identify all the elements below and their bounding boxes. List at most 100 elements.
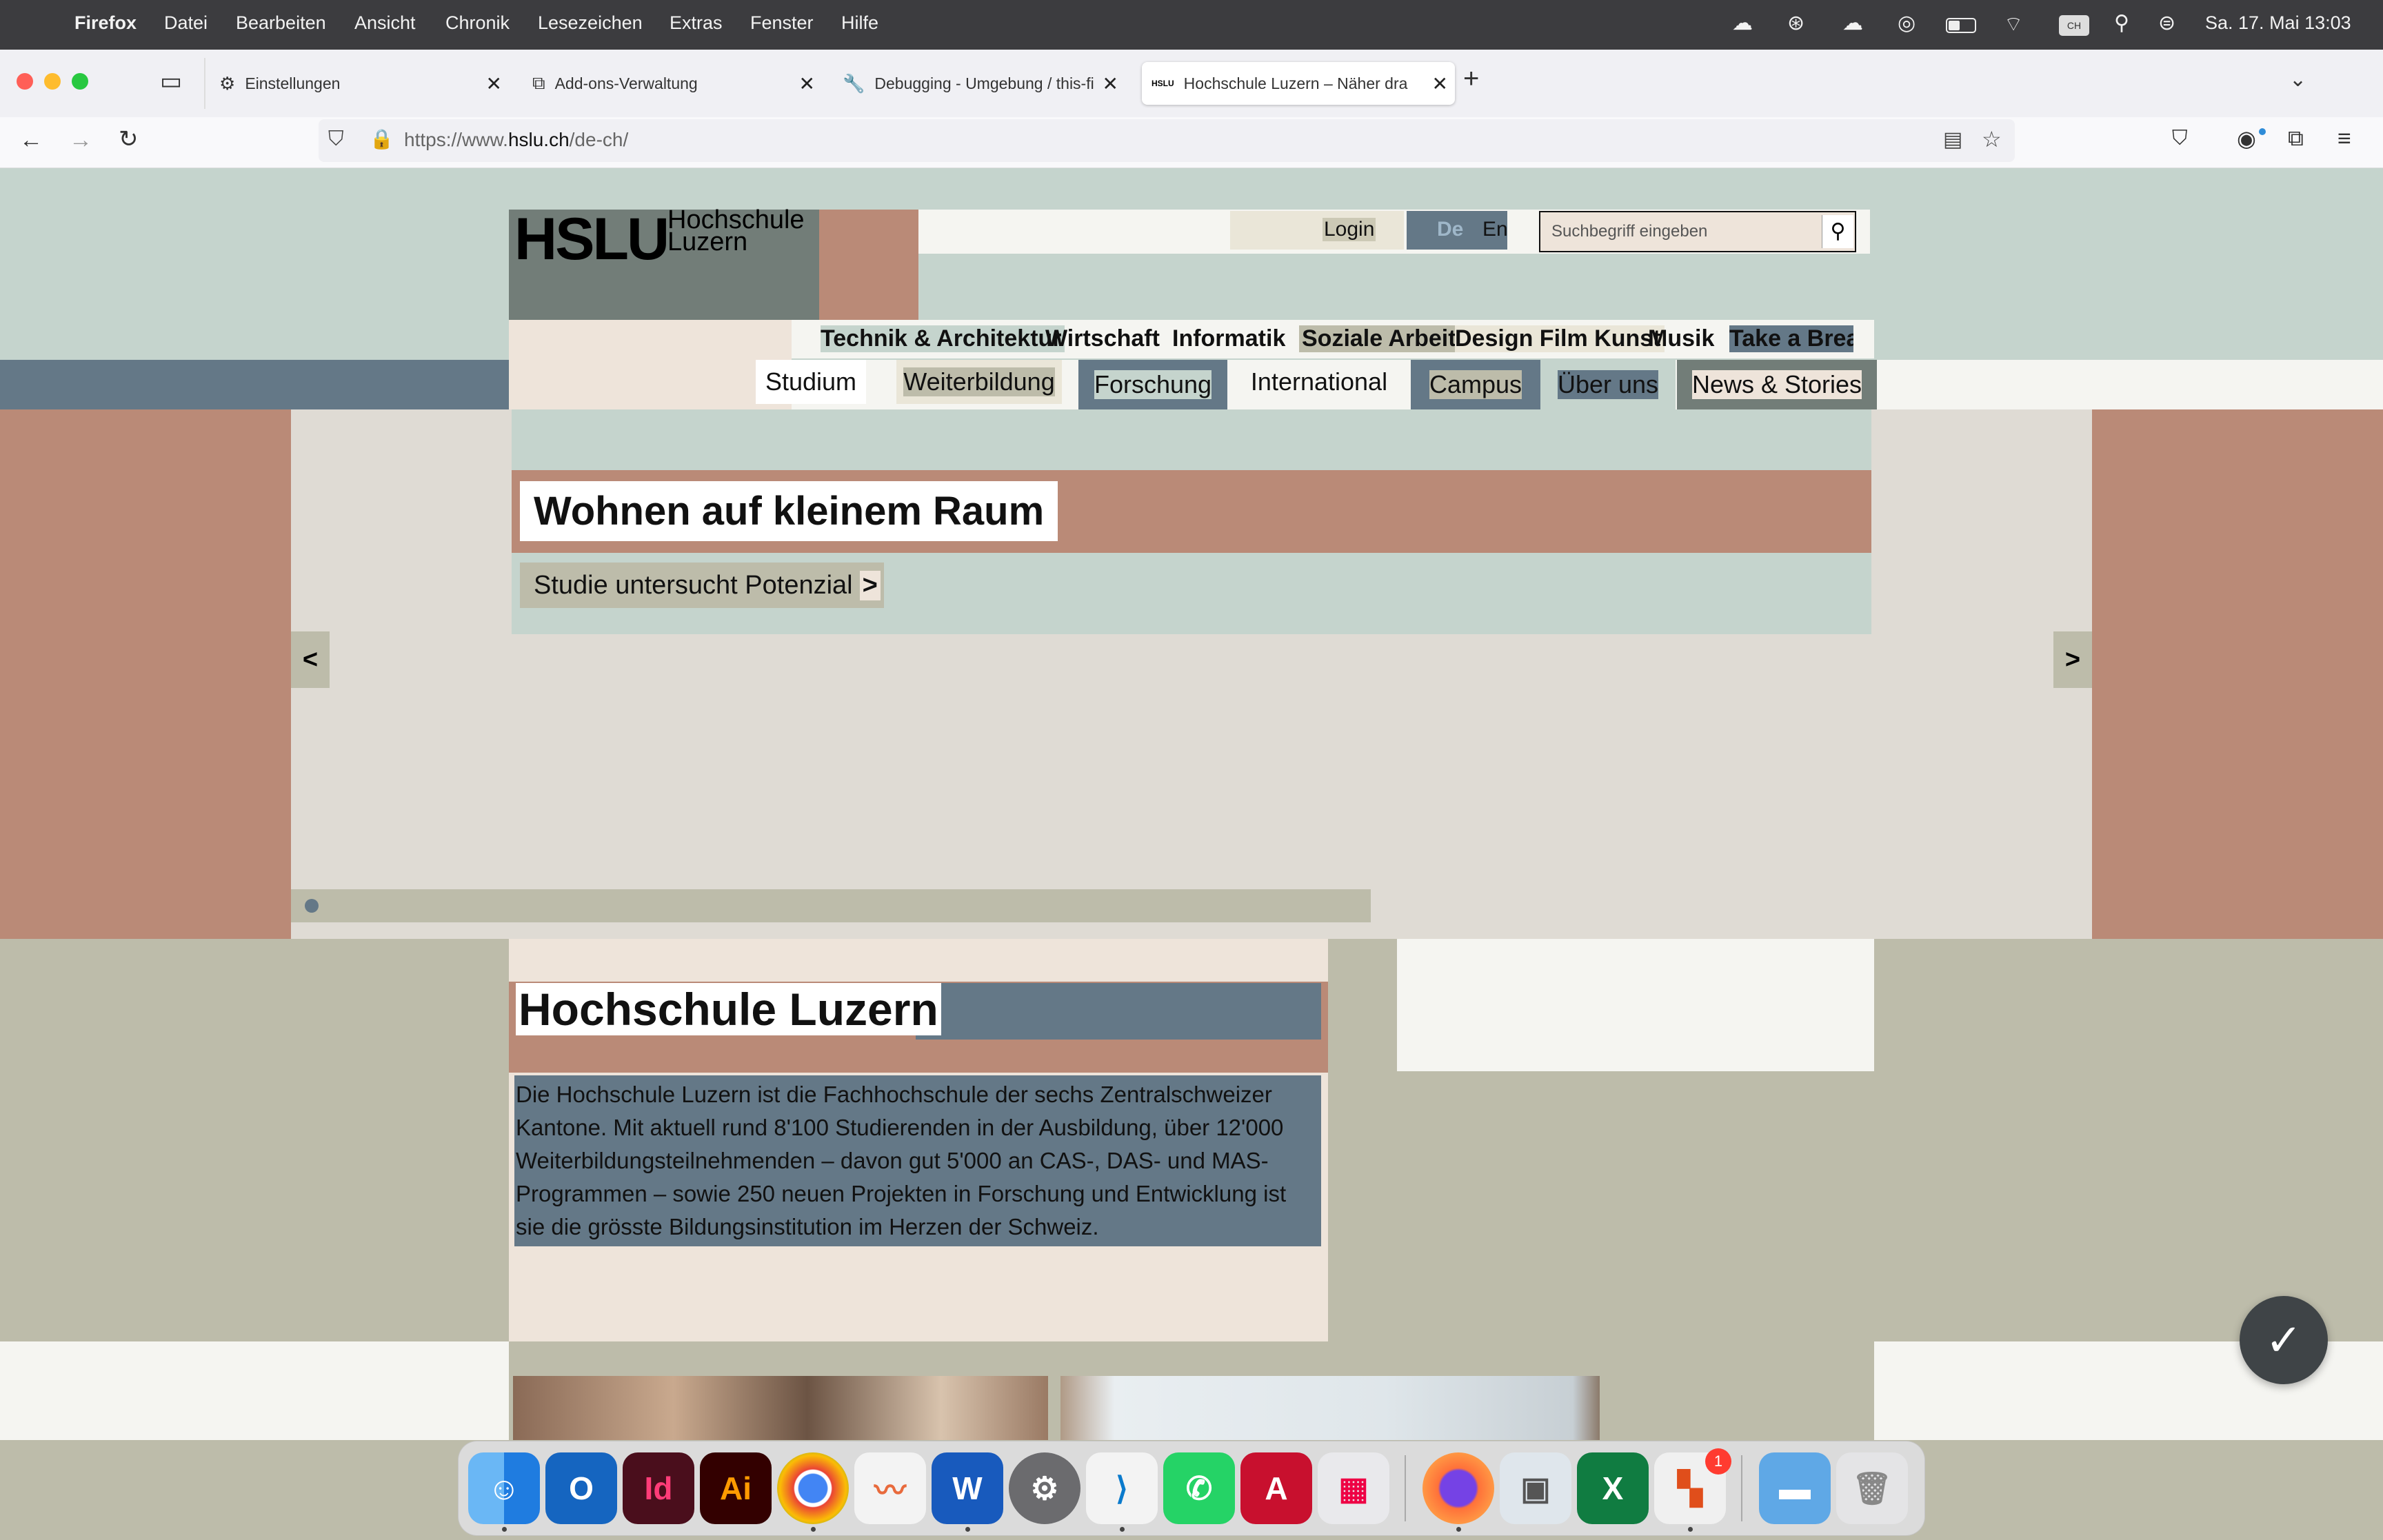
login-link[interactable]: Login xyxy=(1323,218,1376,241)
menu-clock[interactable]: Sa. 17. Mai 13:03 xyxy=(2205,12,2351,34)
new-tab-button[interactable]: + xyxy=(1463,63,1479,94)
lock-icon[interactable]: 🔒 xyxy=(370,128,394,150)
lang-en[interactable]: En xyxy=(1482,218,1508,241)
input-source-icon[interactable]: CH xyxy=(2059,15,2089,36)
tab-einstellungen[interactable]: ⚙ Einstellungen ✕ xyxy=(219,62,509,105)
dept-musik[interactable]: Musik xyxy=(1648,325,1714,352)
dept-take-a-break[interactable]: Take a Break! xyxy=(1729,325,1853,352)
outlook-icon[interactable]: O xyxy=(545,1452,617,1524)
tab-label: Einstellungen xyxy=(245,74,341,92)
lang-de[interactable]: De xyxy=(1437,218,1463,241)
nav-studium[interactable]: Studium xyxy=(756,360,866,404)
account-badge xyxy=(2259,128,2266,135)
airdrop-icon[interactable]: ◎ xyxy=(1898,11,1916,35)
slider-next-button[interactable]: > xyxy=(2053,631,2092,688)
close-icon[interactable]: ✕ xyxy=(1103,72,1118,95)
tab-debugging[interactable]: 🔧 Debugging - Umgebung / this-fi ✕ xyxy=(843,62,1125,105)
preview-icon[interactable]: ▣ xyxy=(1500,1452,1571,1524)
hero-right-panel xyxy=(2092,409,2383,939)
account-icon[interactable]: ◉ xyxy=(2237,125,2256,152)
wechat-icon[interactable]: ☁ xyxy=(1732,11,1753,35)
wifi-icon[interactable]: ⌔ xyxy=(2004,11,2023,37)
folder-icon[interactable]: ▬ xyxy=(1759,1452,1831,1524)
menu-chronik[interactable]: Chronik xyxy=(445,12,510,34)
nav-news[interactable]: News & Stories xyxy=(1677,360,1877,409)
logo-block[interactable]: HSLU Hochschule Luzern xyxy=(509,206,819,320)
spotlight-icon[interactable]: ⚲ xyxy=(2114,11,2129,35)
bottom-left-bg xyxy=(0,1341,509,1440)
slider-dot-1[interactable] xyxy=(305,899,319,913)
dept-informatik[interactable]: Informatik xyxy=(1172,325,1285,352)
nav-ueber-uns[interactable]: Über uns xyxy=(1540,360,1676,409)
menu-lesezeichen[interactable]: Lesezeichen xyxy=(538,12,643,34)
search-box[interactable]: Suchbegriff eingeben ⚲ xyxy=(1539,211,1856,252)
icloud-icon[interactable]: ☁ xyxy=(1842,11,1863,35)
list-all-tabs-icon[interactable]: ⌄ xyxy=(2289,68,2306,92)
pocket-icon[interactable]: ⛉ xyxy=(2172,127,2188,150)
menu-fenster[interactable]: Fenster xyxy=(750,12,814,34)
lang-switch: De En xyxy=(1407,211,1508,250)
reader-view-icon[interactable]: ▤ xyxy=(1943,128,1962,152)
menu-bearbeiten[interactable]: Bearbeiten xyxy=(236,12,326,34)
battery-icon[interactable] xyxy=(1946,18,1976,33)
tab-hslu[interactable]: HSLU Hochschule Luzern – Näher dra ✕ xyxy=(1142,62,1455,105)
dept-design[interactable]: Design Film Kunst xyxy=(1455,325,1665,352)
trash-icon[interactable]: 🗑 xyxy=(1836,1452,1908,1524)
slider-prev-button[interactable]: < xyxy=(291,631,330,688)
close-icon[interactable]: ✕ xyxy=(1432,72,1448,95)
system-settings-icon[interactable]: ⚙ xyxy=(1009,1452,1080,1524)
running-indicator xyxy=(1456,1527,1461,1532)
back-icon[interactable]: ← xyxy=(19,127,43,154)
search-icon[interactable]: ⚲ xyxy=(1822,215,1853,248)
nav-weiterbildung[interactable]: Weiterbildung xyxy=(896,360,1062,404)
vscode-icon[interactable]: ⟩ xyxy=(1086,1452,1158,1524)
freeform-icon[interactable]: 〰 xyxy=(854,1452,926,1524)
excel-icon[interactable]: X xyxy=(1577,1452,1649,1524)
teaser-image-whiteboard[interactable] xyxy=(1060,1376,1600,1440)
finder-icon[interactable]: ☺ xyxy=(468,1452,540,1524)
dept-soziale-arbeit[interactable]: Soziale Arbeit xyxy=(1299,325,1459,352)
close-icon[interactable]: ✕ xyxy=(486,72,502,95)
bookmark-star-icon[interactable]: ☆ xyxy=(1982,126,2002,152)
extensions-icon[interactable]: ⧉ xyxy=(2288,125,2304,152)
header-left-stripe xyxy=(0,360,509,409)
hero-cta-button[interactable]: Studie untersucht Potenzial > xyxy=(520,563,884,608)
firefox-icon[interactable] xyxy=(1422,1452,1494,1524)
hero-left-panel xyxy=(0,409,291,939)
minimize-window-button[interactable] xyxy=(44,73,61,90)
url-bar[interactable]: ⛉ 🔒 https://www.hslu.ch/de-ch/ ▤ ☆ xyxy=(319,119,2015,162)
dept-technik[interactable]: Technik & Architektur xyxy=(821,325,1065,352)
control-center-icon[interactable]: ⊜ xyxy=(2158,11,2175,35)
tracking-protection-icon[interactable]: ⛉ xyxy=(328,128,344,151)
teaser-image-students[interactable] xyxy=(513,1376,1048,1440)
tab-addons[interactable]: ⧉ Add-ons-Verwaltung ✕ xyxy=(532,62,822,105)
illustrator-icon[interactable]: Ai xyxy=(700,1452,772,1524)
menu-extras[interactable]: Extras xyxy=(670,12,723,34)
whatsapp-icon[interactable]: ✆ xyxy=(1163,1452,1235,1524)
forward-icon[interactable]: → xyxy=(69,127,92,154)
nav-campus[interactable]: Campus xyxy=(1411,360,1540,409)
creative-cloud-icon[interactable]: ⊛ xyxy=(1787,11,1804,35)
firefox-view-icon[interactable]: ▭ xyxy=(160,68,182,95)
reload-icon[interactable]: ↻ xyxy=(119,125,139,153)
url-text[interactable]: https://www.hslu.ch/de-ch/ xyxy=(404,129,628,151)
privacy-shield-icon[interactable]: ✓ xyxy=(2240,1296,2328,1384)
acrobat-icon[interactable]: A xyxy=(1240,1452,1312,1524)
menu-app-name[interactable]: Firefox xyxy=(74,12,137,34)
search-input[interactable]: Suchbegriff eingeben xyxy=(1551,222,1707,241)
dept-wirtschaft[interactable]: Wirtschaft xyxy=(1045,325,1160,352)
menu-ansicht[interactable]: Ansicht xyxy=(354,12,416,34)
nav-forschung[interactable]: Forschung xyxy=(1078,360,1227,409)
menu-datei[interactable]: Datei xyxy=(164,12,208,34)
indesign-icon[interactable]: Id xyxy=(623,1452,694,1524)
close-window-button[interactable] xyxy=(17,73,33,90)
chrome-icon[interactable] xyxy=(777,1452,849,1524)
running-indicator xyxy=(1120,1527,1125,1532)
nav-international[interactable]: International xyxy=(1241,360,1397,404)
close-icon[interactable]: ✕ xyxy=(799,72,815,95)
menu-icon[interactable]: ≡ xyxy=(2337,125,2351,152)
zoom-window-button[interactable] xyxy=(72,73,88,90)
word-icon[interactable]: W xyxy=(932,1452,1003,1524)
launchpad-icon[interactable]: ▦ xyxy=(1318,1452,1389,1524)
menu-hilfe[interactable]: Hilfe xyxy=(841,12,878,34)
